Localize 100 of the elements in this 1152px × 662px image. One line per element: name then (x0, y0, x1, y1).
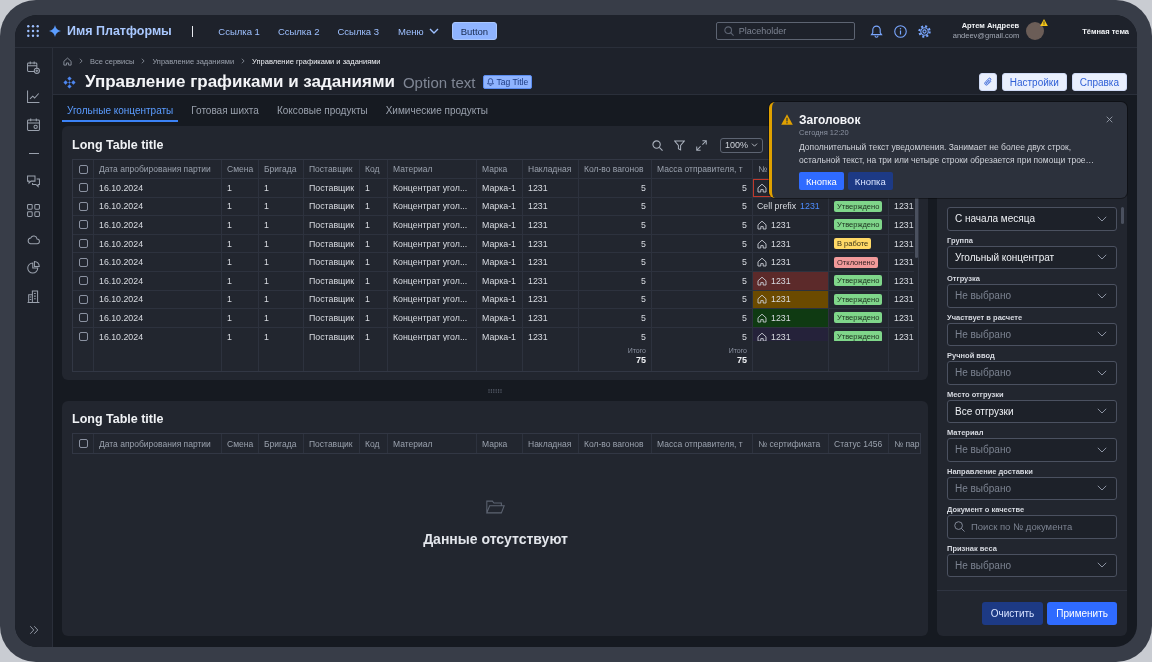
select-field[interactable]: Не выбрано (947, 553, 1117, 577)
total-value: 75 (737, 355, 747, 365)
select-field[interactable]: Все отгрузки (947, 399, 1117, 423)
row-checkbox[interactable] (78, 220, 88, 230)
certificate-link[interactable]: 1231 (800, 201, 820, 212)
notification-button[interactable]: Кнопка (847, 172, 893, 190)
column-header: Масса отправителя, т (657, 164, 743, 174)
table-cell: 1231 (894, 275, 914, 286)
search-icon[interactable] (651, 139, 663, 151)
cloud-icon[interactable] (27, 232, 40, 246)
select-field[interactable]: Угольный концентрат (947, 245, 1117, 269)
attach-button[interactable] (978, 73, 997, 91)
nav-link[interactable]: Ссылка 2 (277, 25, 320, 37)
row-checkbox[interactable] (78, 332, 88, 341)
double-chevron-icon[interactable] (28, 625, 39, 635)
table-cell: Поставщик (309, 331, 355, 341)
table-cell: 5 (641, 182, 646, 193)
select-field[interactable]: Не выбрано (947, 284, 1117, 308)
select-field[interactable]: Не выбрано (947, 476, 1117, 500)
nav-link[interactable]: Ссылка 1 (218, 25, 260, 37)
select-all-checkbox[interactable] (78, 439, 88, 448)
zoom-select[interactable]: 100% (719, 137, 763, 153)
certificate-number: 1231 (771, 238, 791, 249)
table-cell: Марка-1 (482, 275, 516, 286)
star-icon (49, 25, 61, 37)
chevron-down-icon (1097, 485, 1107, 492)
column-header: Дата апробирования партии (99, 164, 211, 174)
tab[interactable]: Угольные концентраты (62, 102, 179, 122)
table-cell: Марка-1 (482, 220, 516, 230)
info-icon[interactable] (893, 24, 907, 38)
home-icon[interactable] (63, 56, 72, 66)
calendar-icon[interactable] (27, 118, 40, 132)
search-icon (954, 521, 965, 532)
scrollbar-thumb[interactable] (1121, 207, 1124, 224)
page-title: Управление графиками и заданиями (85, 72, 395, 92)
select-field[interactable]: С начала месяца (947, 207, 1117, 231)
table-cell: Концентрат угол... (393, 238, 468, 249)
chevron-down-icon (751, 143, 758, 147)
select-field[interactable]: Не выбрано (947, 438, 1117, 462)
chevron-down-icon (1097, 215, 1107, 222)
column-header: Марка (482, 438, 508, 449)
select-field[interactable]: Не выбрано (947, 322, 1117, 346)
certificate-number: 1231 (771, 257, 791, 268)
table-cell: 1231 (528, 294, 548, 305)
action-button[interactable]: Настройки (1001, 73, 1067, 91)
column-header: Бригада (264, 438, 297, 449)
calendar-plus-icon[interactable] (27, 61, 40, 74)
row-checkbox[interactable] (78, 239, 88, 249)
search-field[interactable]: Placeholder (715, 22, 855, 40)
row-checkbox[interactable] (78, 276, 88, 286)
drag-handle-icon[interactable] (488, 388, 502, 393)
trend-chart-icon[interactable] (27, 89, 40, 103)
table-cell: 1231 (894, 220, 914, 230)
table-cell: 1231 (894, 312, 914, 323)
chevron-right-icon (241, 58, 246, 64)
tab[interactable]: Готовая шихта (186, 102, 264, 122)
row-checkbox[interactable] (78, 201, 88, 211)
table-cell: 1231 (894, 294, 914, 305)
brand-name[interactable]: Имя Платформы (67, 24, 172, 38)
table-cell: Марка-1 (482, 312, 516, 323)
avatar[interactable] (1026, 22, 1045, 40)
notification-button[interactable]: Кнопка (799, 172, 844, 190)
menu-button[interactable]: Меню (398, 25, 439, 37)
row-checkbox[interactable] (78, 183, 88, 193)
column-header: Масса отправителя, т (657, 438, 743, 449)
apply-button[interactable]: Применить (1047, 602, 1117, 625)
row-checkbox[interactable] (78, 294, 88, 304)
select-field[interactable]: Не выбрано (947, 361, 1117, 385)
clear-button[interactable]: Очистить (981, 602, 1044, 625)
table-cell: 1 (264, 201, 269, 212)
building-icon[interactable] (27, 289, 40, 303)
table-title: Long Table title (72, 138, 164, 152)
table-cell: Концентрат угол... (393, 294, 468, 305)
filter-icon[interactable] (673, 139, 685, 151)
chat-icon[interactable] (27, 175, 40, 189)
table-cell: 1 (264, 182, 269, 193)
pie-chart-icon[interactable] (27, 261, 40, 275)
dots-grid-icon[interactable] (27, 25, 39, 37)
table-cell: 5 (641, 312, 646, 323)
search-field[interactable]: Поиск по № документа (947, 515, 1117, 539)
nav-link[interactable]: Ссылка 3 (337, 25, 379, 37)
grid-icon[interactable] (27, 203, 40, 217)
house-icon (757, 294, 767, 305)
column-header: Поставщик (309, 164, 353, 174)
select-all-checkbox[interactable] (78, 164, 88, 174)
action-button[interactable]: Справка (1071, 73, 1127, 91)
table-cell: Поставщик (309, 238, 355, 249)
expand-icon[interactable] (695, 139, 707, 151)
certificate-number: 1231 (771, 220, 791, 230)
tab[interactable]: Коксовые продукты (271, 102, 373, 122)
row-checkbox[interactable] (78, 257, 88, 267)
bell-icon[interactable] (869, 24, 883, 38)
column-header: Смена (227, 164, 254, 174)
close-icon[interactable] (1106, 116, 1113, 123)
settings-icon[interactable] (917, 24, 931, 38)
header-button[interactable]: Button (451, 22, 498, 40)
row-checkbox[interactable] (78, 313, 88, 323)
tab[interactable]: Химические продукты (380, 102, 493, 122)
table-cell: 5 (742, 294, 747, 305)
table-cell: 16.10.2024 (99, 294, 144, 305)
